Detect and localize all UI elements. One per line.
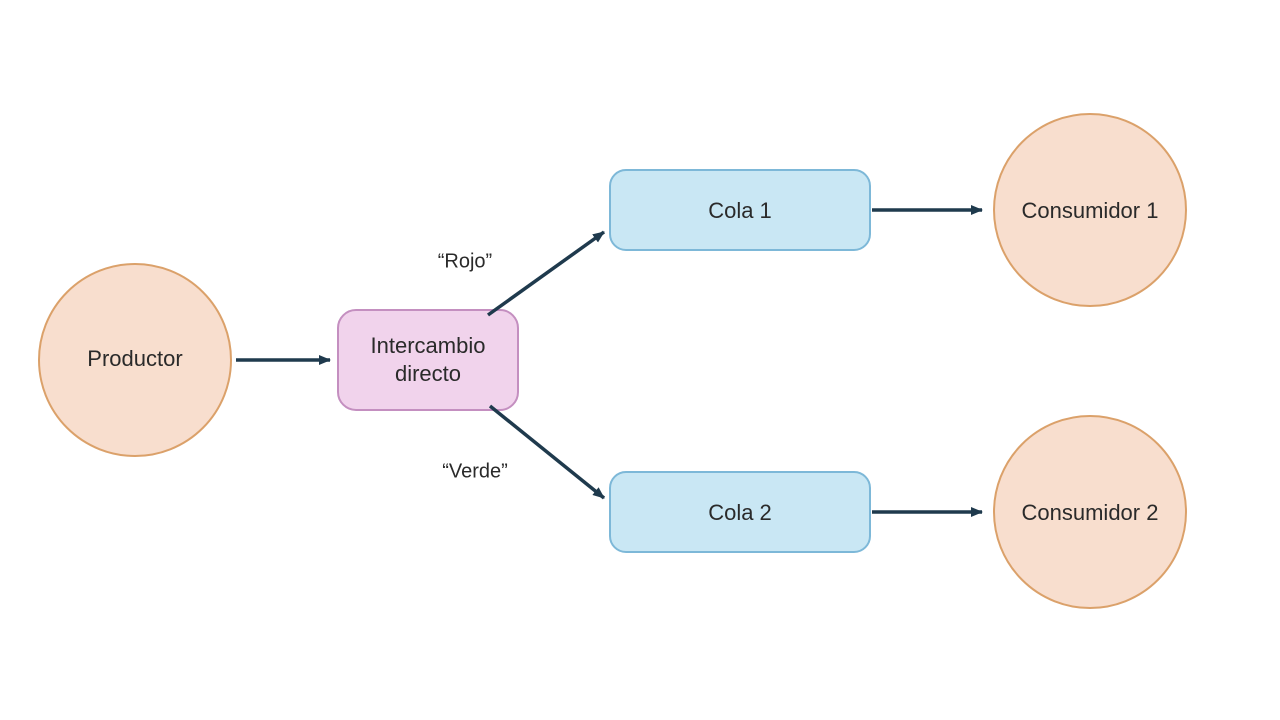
arrow-exchange-to-queue1 (488, 232, 604, 315)
direct-exchange-diagram: Productor Intercambio directo “Rojo” “Ve… (0, 0, 1280, 720)
exchange-node: Intercambio directo (338, 310, 518, 410)
queue2-node: Cola 2 (610, 472, 870, 552)
producer-label: Productor (87, 346, 182, 371)
producer-node: Productor (39, 264, 231, 456)
arrow-exchange-to-queue2 (490, 406, 604, 498)
consumer1-node: Consumidor 1 (994, 114, 1186, 306)
routing-key-2-label: “Verde” (442, 460, 508, 482)
queue1-node: Cola 1 (610, 170, 870, 250)
exchange-label-line1: Intercambio (371, 333, 486, 358)
routing-key-1-label: “Rojo” (438, 250, 492, 272)
consumer2-label: Consumidor 2 (1022, 500, 1159, 525)
queue1-label: Cola 1 (708, 198, 772, 223)
consumer2-node: Consumidor 2 (994, 416, 1186, 608)
queue2-label: Cola 2 (708, 500, 772, 525)
consumer1-label: Consumidor 1 (1022, 198, 1159, 223)
exchange-label-line2: directo (395, 361, 461, 386)
